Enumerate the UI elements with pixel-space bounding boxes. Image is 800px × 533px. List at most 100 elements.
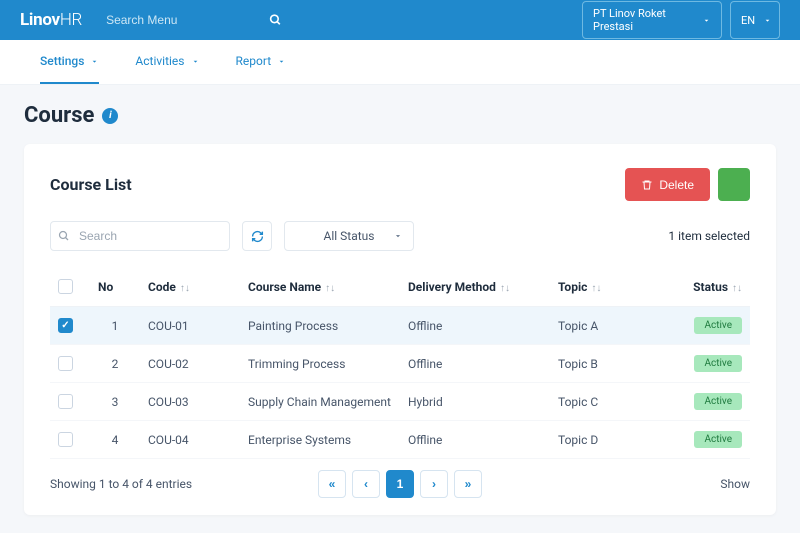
- rows-select-label: Show: [720, 477, 750, 491]
- sort-icon: ↑↓: [732, 283, 742, 294]
- cell-code: COU-04: [140, 421, 240, 459]
- table-row[interactable]: 1COU-01Painting ProcessOfflineTopic A Act…: [50, 307, 750, 345]
- logo-sub: HR: [60, 10, 82, 30]
- search-icon: [269, 14, 282, 27]
- cell-code: COU-02: [140, 345, 240, 383]
- cell-topic: Topic D: [550, 421, 670, 459]
- table-search-wrap: [50, 221, 230, 251]
- page-last-button[interactable]: »: [454, 470, 482, 498]
- cell-delivery: Hybrid: [400, 383, 550, 421]
- add-button[interactable]: [718, 168, 750, 201]
- chevron-down-icon: [90, 57, 99, 66]
- chevron-down-icon: [763, 16, 772, 25]
- cell-no: 1: [90, 307, 140, 345]
- company-select-label: PT Linov Roket Prestasi: [593, 7, 694, 33]
- col-no: No: [90, 267, 140, 307]
- tab-label: Settings: [40, 54, 84, 68]
- trash-icon: [641, 179, 653, 191]
- status-badge: Active: [694, 431, 742, 448]
- filters: All Status 1 item selected: [50, 221, 750, 251]
- nav-tabs: Settings Activities Report: [0, 40, 800, 85]
- cell-topic: Topic C: [550, 383, 670, 421]
- cell-delivery: Offline: [400, 307, 550, 345]
- cell-no: 3: [90, 383, 140, 421]
- table-row[interactable]: 2COU-02Trimming ProcessOfflineTopic B Act…: [50, 345, 750, 383]
- page-next-button[interactable]: ›: [420, 470, 448, 498]
- row-checkbox[interactable]: [58, 318, 73, 333]
- page-title: Course: [24, 103, 94, 128]
- company-select[interactable]: PT Linov Roket Prestasi: [582, 1, 722, 39]
- col-status[interactable]: Status↑↓: [670, 267, 750, 307]
- logo-main: Linov: [20, 10, 60, 30]
- cell-topic: Topic A: [550, 307, 670, 345]
- chevron-down-icon: [702, 16, 711, 25]
- status-filter-label: All Status: [324, 229, 375, 243]
- top-bar-right: PT Linov Roket Prestasi EN: [582, 1, 780, 39]
- menu-search-input[interactable]: [102, 7, 282, 33]
- col-code[interactable]: Code↑↓: [140, 267, 240, 307]
- cell-no: 4: [90, 421, 140, 459]
- language-select-label: EN: [741, 14, 755, 27]
- top-bar: LinovHR PT Linov Roket Prestasi EN: [0, 0, 800, 40]
- sort-icon: ↑↓: [180, 283, 190, 294]
- page-head: Course i: [24, 103, 776, 128]
- row-checkbox[interactable]: [58, 432, 73, 447]
- row-checkbox[interactable]: [58, 356, 73, 371]
- sort-icon: ↑↓: [500, 283, 510, 294]
- status-badge: Active: [694, 317, 742, 334]
- menu-search-button[interactable]: [269, 14, 282, 27]
- page-number-button[interactable]: 1: [386, 470, 414, 498]
- chevron-down-icon: [277, 57, 286, 66]
- tab-activities[interactable]: Activities: [135, 40, 199, 84]
- table-footer: Showing 1 to 4 of 4 entries « ‹ 1 › » Sh…: [50, 477, 750, 491]
- tab-label: Activities: [135, 54, 184, 68]
- showing-text: Showing 1 to 4 of 4 entries: [50, 477, 192, 491]
- select-all-checkbox[interactable]: [58, 279, 73, 294]
- cell-name: Trimming Process: [240, 345, 400, 383]
- menu-search-wrap: [102, 7, 282, 33]
- item-count: 1 item selected: [668, 229, 750, 243]
- tab-report[interactable]: Report: [236, 40, 287, 84]
- cell-name: Painting Process: [240, 307, 400, 345]
- search-icon: [58, 230, 70, 242]
- cell-code: COU-03: [140, 383, 240, 421]
- cell-name: Enterprise Systems: [240, 421, 400, 459]
- col-topic[interactable]: Topic↑↓: [550, 267, 670, 307]
- refresh-icon: [251, 230, 264, 243]
- card-head: Course List Delete: [50, 168, 750, 201]
- status-filter[interactable]: All Status: [284, 221, 414, 251]
- refresh-button[interactable]: [242, 221, 272, 251]
- table-search-input[interactable]: [50, 221, 230, 251]
- table-row[interactable]: 3COU-03Supply Chain ManagementHybridTopi…: [50, 383, 750, 421]
- pagination: « ‹ 1 › »: [318, 470, 482, 498]
- col-name[interactable]: Course Name↑↓: [240, 267, 400, 307]
- cell-topic: Topic B: [550, 345, 670, 383]
- delete-button-label: Delete: [659, 178, 694, 192]
- row-checkbox[interactable]: [58, 394, 73, 409]
- cell-code: COU-01: [140, 307, 240, 345]
- card-title: Course List: [50, 175, 132, 194]
- page-first-button[interactable]: «: [318, 470, 346, 498]
- logo: LinovHR: [20, 10, 82, 30]
- tab-label: Report: [236, 54, 272, 68]
- cell-delivery: Offline: [400, 345, 550, 383]
- sort-icon: ↑↓: [325, 283, 335, 294]
- chevron-down-icon: [191, 57, 200, 66]
- delete-button[interactable]: Delete: [625, 168, 710, 201]
- info-icon[interactable]: i: [102, 108, 118, 124]
- language-select[interactable]: EN: [730, 1, 780, 39]
- cell-name: Supply Chain Management: [240, 383, 400, 421]
- page-prev-button[interactable]: ‹: [352, 470, 380, 498]
- cell-delivery: Offline: [400, 421, 550, 459]
- table-row[interactable]: 4COU-04Enterprise SystemsOfflineTopic D A…: [50, 421, 750, 459]
- status-badge: Active: [694, 355, 742, 372]
- page-area: Course i Course List Delete: [0, 85, 800, 533]
- tab-settings[interactable]: Settings: [40, 40, 99, 84]
- card-actions: Delete: [625, 168, 750, 201]
- col-delivery[interactable]: Delivery Method↑↓: [400, 267, 550, 307]
- course-table: No Code↑↓ Course Name↑↓ Delivery Method↑…: [50, 267, 750, 459]
- course-list-card: Course List Delete All Status: [24, 144, 776, 515]
- chevron-down-icon: [393, 231, 403, 241]
- cell-no: 2: [90, 345, 140, 383]
- status-badge: Active: [694, 393, 742, 410]
